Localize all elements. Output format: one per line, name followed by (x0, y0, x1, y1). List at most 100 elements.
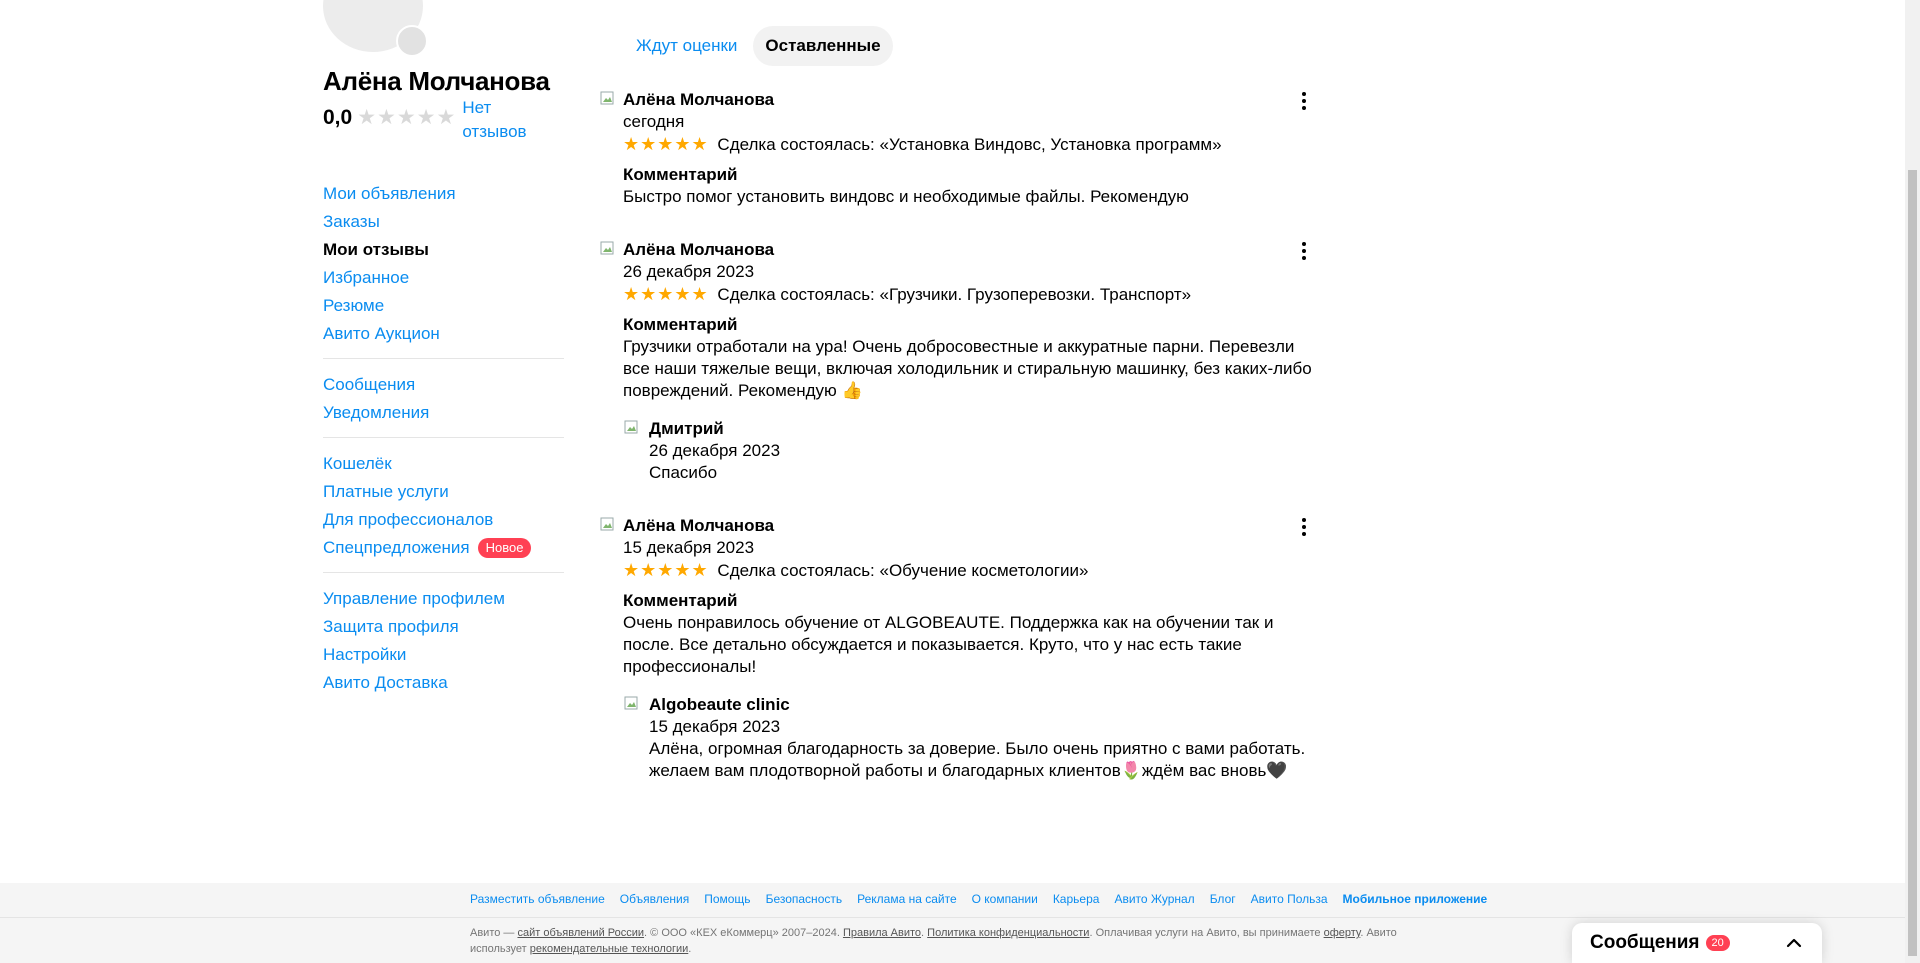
rating-value: 0,0 (323, 106, 353, 129)
review-deal: Сделка состоялась: «Обучение косметологи… (717, 561, 1089, 580)
copyright-text: . (688, 943, 692, 955)
copyright-text: . Оплачивая услуги на Авито, вы принимае… (1089, 927, 1324, 939)
review-deal-row: ★★★★★ Сделка состоялась: «Обучение косме… (623, 559, 1314, 582)
sidebar-item-profile-protection[interactable]: Защита профиля (323, 613, 564, 641)
review-author: Алёна Молчанова (623, 516, 775, 535)
sidebar-item-my-reviews[interactable]: Мои отзывы (323, 236, 564, 264)
review-deal-row: ★★★★★ Сделка состоялась: «Грузчики. Груз… (623, 283, 1314, 306)
review-comment: Грузчики отработали на ура! Очень доброс… (623, 337, 1312, 400)
review-date: 15 декабря 2023 (623, 538, 755, 557)
sidebar-group-wallet: Кошелёк Платные услуги Для профессионало… (323, 437, 564, 572)
scrollbar-thumb[interactable] (1908, 170, 1917, 956)
copyright-text: Авито — (470, 927, 518, 939)
copyright-link-recommendations[interactable]: рекомендательные технологии (530, 943, 689, 955)
footer-link-about[interactable]: О компании (972, 892, 1038, 906)
review-card: Алёна Молчанова 26 декабря 2023 ★★★★★ Сд… (600, 239, 1314, 484)
sidebar-item-my-ads[interactable]: Мои объявления (323, 180, 564, 208)
sidebar-item-profile-management[interactable]: Управление профилем (323, 585, 564, 613)
chevron-up-icon[interactable] (1784, 933, 1804, 953)
tab-left[interactable]: Оставленные (753, 26, 893, 66)
review-comment: Очень понравилось обучение от ALGOBEAUTE… (623, 613, 1274, 676)
footer-link-ads[interactable]: Объявления (620, 892, 689, 906)
comment-title: Комментарий (623, 591, 738, 610)
footer-link-security[interactable]: Безопасность (766, 892, 843, 906)
seller-reply: Algobeaute clinic 15 декабря 2023 Алёна,… (624, 694, 1314, 782)
copyright-link-privacy[interactable]: Политика конфиденциальности (927, 927, 1089, 939)
footer-copyright: Авито — сайт объявлений России. © ООО «К… (470, 925, 1420, 957)
new-badge: Новое (477, 538, 532, 558)
footer-link-mobile-app[interactable]: Мобильное приложение (1343, 892, 1488, 906)
reply-text: Спасибо (649, 463, 718, 482)
sidebar-item-settings[interactable]: Настройки (323, 641, 564, 669)
sidebar-group-ads: Мои объявления Заказы Мои отзывы Избранн… (323, 164, 564, 358)
broken-image-icon (600, 241, 616, 257)
footer-divider (0, 917, 1905, 918)
reply-date: 15 декабря 2023 (649, 717, 781, 736)
broken-image-icon (624, 420, 640, 436)
sidebar-item-label: Спецпредложения (323, 538, 470, 557)
footer-link-help[interactable]: Помощь (704, 892, 750, 906)
sidebar-item-auction[interactable]: Авито Аукцион (323, 320, 564, 348)
reply-text: Алёна, огромная благодарность за доверие… (649, 739, 1306, 780)
footer-links: Разместить объявление Объявления Помощь … (470, 892, 1502, 906)
sidebar-group-settings: Управление профилем Защита профиля Настр… (323, 572, 564, 707)
reply-date: 26 декабря 2023 (649, 441, 781, 460)
rating-stars-icon: ★★★★★ (357, 106, 457, 129)
more-options-icon[interactable] (1294, 241, 1314, 261)
star-rating-icon: ★★★★★ (623, 134, 709, 154)
footer-link-journal[interactable]: Авито Журнал (1114, 892, 1194, 906)
footer-link-blog[interactable]: Блог (1210, 892, 1236, 906)
sidebar-item-special-offers[interactable]: Спецпредложения Новое (323, 534, 564, 562)
reviews-tabs: Ждут оценки Оставленные (624, 26, 897, 66)
footer-link-career[interactable]: Карьера (1053, 892, 1100, 906)
sidebar-group-messages: Сообщения Уведомления (323, 358, 564, 437)
more-options-icon[interactable] (1294, 517, 1314, 537)
more-options-icon[interactable] (1294, 91, 1314, 111)
review-deal: Сделка состоялась: «Грузчики. Грузоперев… (717, 285, 1192, 304)
review-deal: Сделка состоялась: «Установка Виндовс, У… (717, 135, 1222, 154)
sidebar-item-messages[interactable]: Сообщения (323, 371, 564, 399)
sidebar-item-resume[interactable]: Резюме (323, 292, 564, 320)
star-rating-icon: ★★★★★ (623, 560, 709, 580)
review-comment: Быстро помог установить виндовс и необхо… (623, 187, 1189, 206)
review-date: 26 декабря 2023 (623, 262, 755, 281)
review-card: Алёна Молчанова 15 декабря 2023 ★★★★★ Сд… (600, 515, 1314, 782)
footer-link-post-ad[interactable]: Разместить объявление (470, 892, 605, 906)
no-reviews-link[interactable]: Нет отзывов (462, 96, 542, 144)
broken-image-icon (624, 696, 640, 712)
review-author: Алёна Молчанова (623, 240, 775, 259)
review-date: сегодня (623, 112, 685, 131)
star-rating-icon: ★★★★★ (623, 284, 709, 304)
tab-awaiting[interactable]: Ждут оценки (624, 26, 749, 66)
messages-widget-title: Сообщения (1590, 932, 1700, 953)
broken-image-icon (600, 517, 616, 533)
copyright-link-site[interactable]: сайт объявлений России (517, 927, 644, 939)
copyright-link-rules[interactable]: Правила Авито (843, 927, 921, 939)
scrollbar[interactable] (1905, 0, 1920, 963)
comment-title: Комментарий (623, 165, 738, 184)
sidebar-item-orders[interactable]: Заказы (323, 208, 564, 236)
sidebar-nav: Мои объявления Заказы Мои отзывы Избранн… (323, 164, 564, 707)
sidebar-item-notifications[interactable]: Уведомления (323, 399, 564, 427)
messages-count-badge: 20 (1705, 935, 1730, 951)
messages-widget[interactable]: Сообщения 20 (1572, 923, 1822, 963)
review-card: Алёна Молчанова сегодня ★★★★★ Сделка сос… (600, 89, 1314, 208)
sidebar-item-favorites[interactable]: Избранное (323, 264, 564, 292)
sidebar-item-delivery[interactable]: Авито Доставка (323, 669, 564, 697)
sidebar-item-paid-services[interactable]: Платные услуги (323, 478, 564, 506)
reply-author: Дмитрий (649, 419, 724, 438)
copyright-link-offer[interactable]: оферту (1324, 927, 1361, 939)
broken-image-icon (600, 91, 616, 107)
reply-author: Algobeaute clinic (649, 695, 790, 714)
comment-title: Комментарий (623, 315, 738, 334)
footer-link-advertising[interactable]: Реклама на сайте (857, 892, 957, 906)
rating-row: 0,0 ★★★★★ Нет отзывов (323, 98, 542, 144)
copyright-text: . © ООО «КЕХ еКоммерц» 2007–2024. (644, 927, 843, 939)
seller-reply: Дмитрий 26 декабря 2023 Спасибо (624, 418, 1314, 484)
avatar-status-badge (396, 25, 428, 57)
footer-link-benefit[interactable]: Авито Польза (1251, 892, 1328, 906)
sidebar-item-wallet[interactable]: Кошелёк (323, 450, 564, 478)
sidebar-item-for-pros[interactable]: Для профессионалов (323, 506, 564, 534)
review-deal-row: ★★★★★ Сделка состоялась: «Установка Винд… (623, 133, 1314, 156)
review-author: Алёна Молчанова (623, 90, 775, 109)
